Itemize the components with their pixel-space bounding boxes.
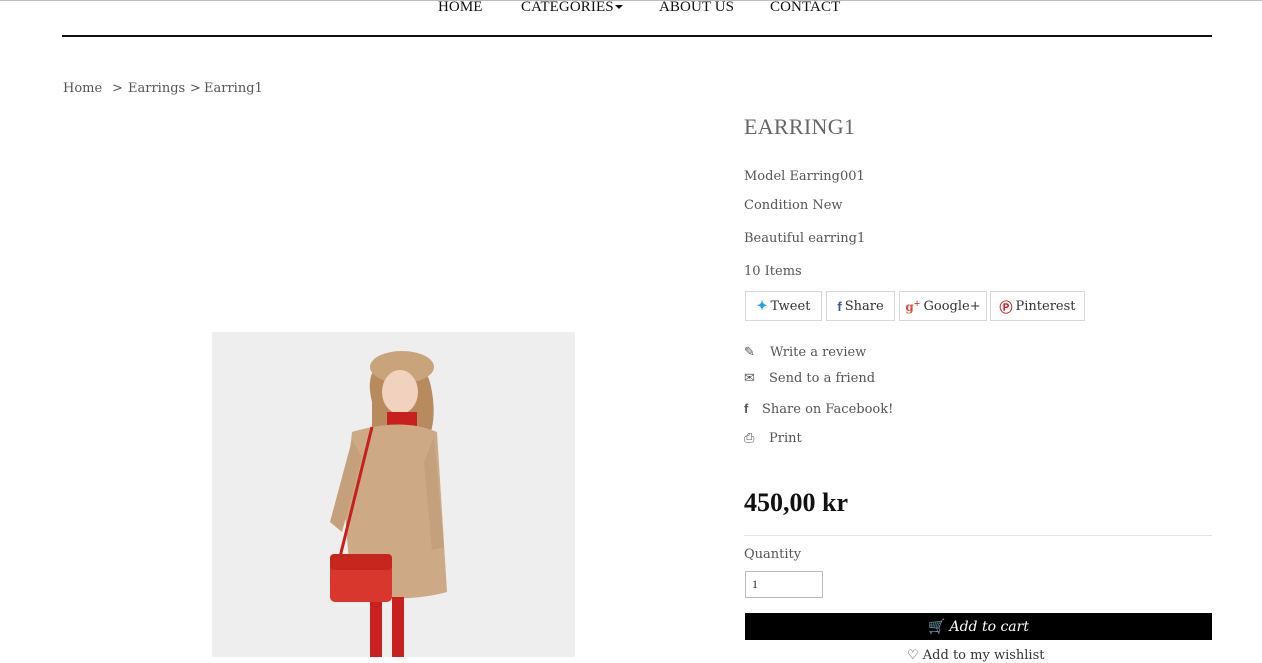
tweet-button[interactable]: ✦ Tweet xyxy=(745,291,822,321)
breadcrumb-separator: > xyxy=(112,81,123,96)
breadcrumb-earrings[interactable]: Earrings xyxy=(128,81,185,96)
share-facebook-label: Share on Facebook! xyxy=(762,402,894,417)
product-description: Beautiful earring1 xyxy=(744,231,866,246)
add-to-cart-label: Add to cart xyxy=(949,618,1029,635)
wishlist-label: Add to my wishlist xyxy=(922,648,1045,663)
nav-contact[interactable]: CONTACT xyxy=(770,0,840,16)
nav-home[interactable]: HOME xyxy=(438,0,483,16)
google-plus-icon: g+ xyxy=(905,298,921,314)
wishlist-link[interactable]: ♡ Add to my wishlist xyxy=(907,648,1045,663)
tweet-label: Tweet xyxy=(770,298,811,314)
add-to-cart-button[interactable]: 🛒 Add to cart xyxy=(745,613,1212,640)
product-image[interactable] xyxy=(212,332,575,657)
nav-categories[interactable]: CATEGORIES xyxy=(521,0,623,16)
facebook-icon: f xyxy=(744,401,749,416)
quantity-label: Quantity xyxy=(744,547,802,562)
product-title: EARRING1 xyxy=(744,114,856,139)
printer-icon: ⎙ xyxy=(744,431,755,446)
breadcrumb-current: Earring1 xyxy=(204,81,263,96)
caret-down-icon xyxy=(614,4,623,9)
breadcrumb-separator: > xyxy=(190,81,201,96)
twitter-icon: ✦ xyxy=(756,298,768,314)
facebook-icon: f xyxy=(837,298,842,314)
nav-about[interactable]: ABOUT US xyxy=(659,0,734,16)
pinterest-label: Pinterest xyxy=(1015,298,1076,314)
share-label: Share xyxy=(844,298,884,314)
google-plus-button[interactable]: g+ Google+ xyxy=(899,291,987,321)
cart-icon: 🛒 xyxy=(928,618,946,635)
pinterest-button[interactable]: Ⓟ Pinterest xyxy=(990,291,1085,321)
quantity-input[interactable] xyxy=(745,571,823,598)
price-divider xyxy=(744,535,1212,536)
write-review-label: Write a review xyxy=(770,345,867,360)
send-to-friend-link[interactable]: ✉ Send to a friend xyxy=(744,371,875,386)
product-model: Model Earring001 xyxy=(744,169,865,184)
google-label: Google+ xyxy=(923,298,981,314)
write-review-link[interactable]: ✎ Write a review xyxy=(744,345,866,360)
breadcrumb-home[interactable]: Home xyxy=(63,81,102,96)
send-to-friend-label: Send to a friend xyxy=(769,371,876,386)
envelope-icon: ✉ xyxy=(744,371,755,386)
product-price: 450,00 kr xyxy=(744,488,848,517)
print-label: Print xyxy=(769,431,802,446)
facebook-share-button[interactable]: f Share xyxy=(826,291,895,321)
product-photo xyxy=(212,332,575,657)
product-condition: Condition New xyxy=(744,198,843,213)
heart-icon: ♡ xyxy=(907,648,919,663)
pencil-icon: ✎ xyxy=(744,345,755,360)
print-link[interactable]: ⎙ Print xyxy=(744,431,802,446)
pinterest-icon: Ⓟ xyxy=(999,300,1013,316)
nav-divider xyxy=(62,35,1212,37)
share-facebook-link[interactable]: f Share on Facebook! xyxy=(744,401,893,417)
nav-categories-label: CATEGORIES xyxy=(521,0,614,15)
product-stock: 10 Items xyxy=(744,264,802,279)
main-nav: HOME CATEGORIES ABOUT US CONTACT xyxy=(0,0,1262,20)
